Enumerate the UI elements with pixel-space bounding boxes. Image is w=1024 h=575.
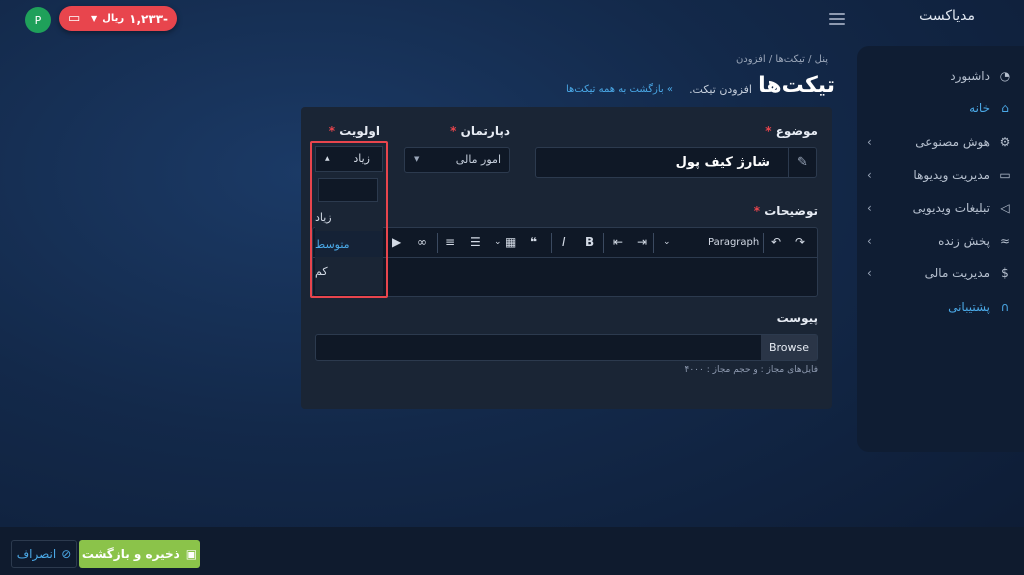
video-camera-icon: ▭ <box>999 168 1011 182</box>
subject-label: موضوع * <box>765 124 818 138</box>
chevron-left-icon: ‹ <box>867 168 872 182</box>
home-icon: ⌂ <box>1001 101 1009 115</box>
chevron-down-icon[interactable]: ⌄ <box>663 237 671 247</box>
avatar[interactable]: P <box>25 7 51 33</box>
sidebar-item-ai[interactable]: ‹ هوش مصنوعی ⚙ <box>857 130 1024 154</box>
sidebar-item-home[interactable]: خانه ⌂ <box>857 96 1024 120</box>
megaphone-icon: ◁ <box>1000 201 1010 215</box>
attachment-label: پیوست <box>776 311 818 325</box>
sidebar-item-dashboard[interactable]: داشبورد ◔ <box>857 64 1024 88</box>
brand-logo[interactable]: مدیاکست <box>905 8 975 24</box>
attachment-file-input[interactable]: Browse <box>315 334 818 361</box>
bold-icon[interactable]: B <box>585 235 594 249</box>
chevron-down-icon[interactable]: ⌄ <box>494 237 502 247</box>
wallet-balance-button[interactable]: ▭ -۱,۲۳۳ ریال ▼ <box>59 6 177 31</box>
double-chevron-icon: » <box>666 84 673 95</box>
floppy-disk-icon: ▣ <box>185 547 198 561</box>
headset-icon: ∩ <box>1000 300 1010 314</box>
table-icon[interactable]: ▦ <box>505 235 516 249</box>
chevron-left-icon: ‹ <box>867 201 872 215</box>
numbered-list-icon[interactable]: ≡ <box>445 235 455 249</box>
link-icon[interactable]: ∞ <box>417 235 427 249</box>
back-to-tickets-link[interactable]: » بازگشت به همه تیکت‌ها <box>553 84 673 95</box>
caret-down-icon: ▼ <box>414 155 420 163</box>
robot-icon: ⚙ <box>999 135 1011 149</box>
wallet-currency: ریال <box>102 13 125 24</box>
paragraph-format-select[interactable]: Paragraph <box>708 237 759 248</box>
sidebar-item-video-ads[interactable]: ‹ تبلیغات ویدیویی ◁ <box>857 196 1024 220</box>
wallet-icon: ▭ <box>68 11 81 26</box>
indent-icon[interactable]: ⇥ <box>637 235 647 249</box>
breadcrumb-panel[interactable]: پنل <box>815 54 828 65</box>
breadcrumb-add: افزودن <box>735 54 766 65</box>
department-label: دپارتمان * <box>450 124 510 138</box>
menu-toggle-icon[interactable] <box>829 13 845 25</box>
description-label: توضیحات * <box>753 204 818 218</box>
sidebar: داشبورد ◔ خانه ⌂ ‹ هوش مصنوعی ⚙ ‹ مدیریت… <box>857 46 1024 452</box>
outdent-icon[interactable]: ⇤ <box>613 235 623 249</box>
highlight-frame <box>310 141 388 298</box>
save-and-return-button[interactable]: ▣ ذخیره و بازگشت <box>79 540 200 568</box>
sidebar-item-live[interactable]: ‹ پخش زنده ≈ <box>857 229 1024 253</box>
speedometer-icon: ◔ <box>999 69 1011 83</box>
department-select[interactable]: امور مالی ▼ <box>404 147 510 173</box>
page-title: تیکت‌ها <box>758 73 835 98</box>
priority-label: اولویت * <box>328 124 380 138</box>
cancel-button[interactable]: ⊘ انصراف <box>11 540 77 568</box>
sidebar-item-videos[interactable]: ‹ مدیریت ویدیوها ▭ <box>857 163 1024 187</box>
breadcrumb: پنل / تیکت‌ها / افزودن <box>735 54 828 65</box>
pencil-icon: ✎ <box>788 148 816 177</box>
chevron-left-icon: ‹ <box>867 234 872 248</box>
chevron-left-icon: ‹ <box>867 266 872 280</box>
wallet-amount: -۱,۲۳۳ <box>129 11 168 26</box>
caret-down-icon: ▼ <box>91 14 98 23</box>
bulleted-list-icon[interactable]: ☰ <box>470 235 481 249</box>
dollar-icon: $ <box>1001 266 1009 280</box>
italic-icon[interactable]: I <box>562 235 566 249</box>
sidebar-item-support[interactable]: پشتیبانی ∩ <box>857 295 1024 319</box>
redo-icon[interactable]: ↷ <box>795 235 805 249</box>
file-hint: فایل‌های مجاز : و حجم مجاز : ۴۰۰۰ <box>684 365 818 375</box>
browse-button[interactable]: Browse <box>761 335 817 360</box>
ban-icon: ⊘ <box>61 547 72 561</box>
breadcrumb-tickets[interactable]: تیکت‌ها <box>775 54 804 65</box>
wifi-icon: ≈ <box>999 234 1011 248</box>
undo-icon[interactable]: ↶ <box>771 235 781 249</box>
media-embed-icon[interactable]: ▶ <box>392 235 401 249</box>
sidebar-item-finance[interactable]: ‹ مدیریت مالی $ <box>857 261 1024 285</box>
chevron-left-icon: ‹ <box>867 135 872 149</box>
subject-input[interactable]: شارژ کیف پول ✎ <box>535 147 817 178</box>
blockquote-icon[interactable]: ❝ <box>530 235 537 249</box>
editor-toolbar: ↷ ↶ Paragraph ⌄ ⇥ ⇤ B I ❝ ▦ ⌄ ☰ ≡ ∞ ▶ <box>313 228 817 258</box>
